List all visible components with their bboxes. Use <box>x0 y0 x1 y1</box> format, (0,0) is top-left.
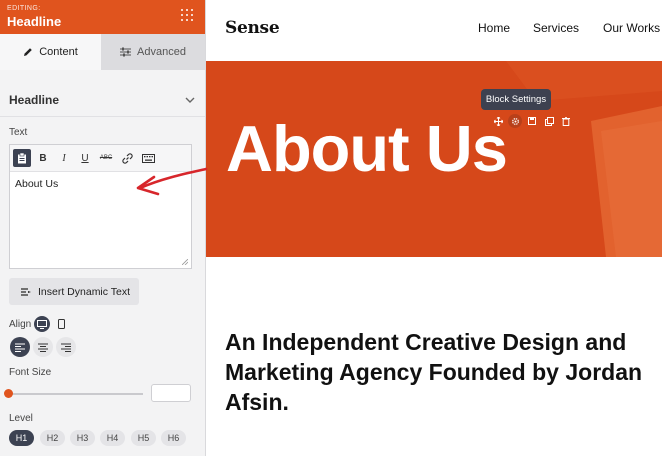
nav-link-home[interactable]: Home <box>478 21 510 35</box>
device-mobile-button[interactable] <box>53 316 69 332</box>
drag-handle-icon[interactable] <box>181 9 195 23</box>
level-h6-button[interactable]: H6 <box>161 430 186 446</box>
editor-text[interactable]: About Us <box>15 178 58 190</box>
pencil-icon <box>24 48 33 56</box>
sidebar-tabs: Content Advanced <box>0 34 205 70</box>
delete-icon <box>562 116 570 126</box>
duplicate-block-button[interactable] <box>542 114 556 128</box>
keyboard-button[interactable] <box>139 149 157 167</box>
sliders-icon <box>120 47 132 57</box>
level-h1-button[interactable]: H1 <box>9 430 34 446</box>
editing-title: Headline <box>7 14 62 29</box>
hero-section: About Us + <box>206 61 662 257</box>
intro-paragraph[interactable]: An Independent Creative Design and Marke… <box>225 327 650 417</box>
insert-dynamic-text-button[interactable]: Insert Dynamic Text <box>9 278 139 305</box>
level-h2-button[interactable]: H2 <box>40 430 65 446</box>
underline-button[interactable]: U <box>76 149 94 167</box>
text-label: Text <box>9 127 28 138</box>
delete-block-button[interactable] <box>559 114 573 128</box>
tab-content[interactable]: Content <box>0 34 101 70</box>
align-center-icon <box>38 343 48 352</box>
device-desktop-button[interactable] <box>34 316 50 332</box>
align-left-button[interactable] <box>10 337 30 357</box>
page-preview: Sense Home Services Our Works About Us +… <box>206 0 662 456</box>
italic-button[interactable]: I <box>55 149 73 167</box>
editor-toolbar: B I U ABC <box>10 145 191 172</box>
block-settings-tooltip: Block Settings <box>481 89 551 110</box>
save-icon <box>528 117 536 125</box>
editing-header: EDITING: Headline <box>0 0 205 34</box>
align-left-icon <box>15 343 25 352</box>
align-right-icon <box>61 343 71 352</box>
site-logo[interactable]: Sense <box>225 18 280 38</box>
move-icon <box>493 116 503 126</box>
block-settings-button[interactable] <box>508 114 522 128</box>
text-editor[interactable]: B I U ABC About Us <box>9 144 192 269</box>
section-title: Headline <box>9 93 60 107</box>
headline-section-header[interactable]: Headline <box>9 92 195 108</box>
save-block-button[interactable] <box>525 114 539 128</box>
link-button[interactable] <box>118 149 136 167</box>
nav-link-our-works[interactable]: Our Works <box>603 21 660 35</box>
align-right-button[interactable] <box>56 337 76 357</box>
settings-icon <box>511 117 519 125</box>
level-label: Level <box>9 413 33 424</box>
editor-sidebar: EDITING: Headline Content Advanced Headl… <box>0 0 206 456</box>
tab-content-label: Content <box>39 46 78 58</box>
level-h5-button[interactable]: H5 <box>131 430 156 446</box>
tab-advanced-label: Advanced <box>137 46 186 58</box>
bold-button[interactable]: B <box>34 149 52 167</box>
desktop-icon <box>37 319 47 329</box>
duplicate-icon <box>544 116 554 126</box>
resize-grip-icon[interactable] <box>182 259 188 265</box>
insert-dynamic-text-label: Insert Dynamic Text <box>38 285 131 298</box>
editing-label: EDITING: <box>7 5 41 12</box>
align-center-button[interactable] <box>33 337 53 357</box>
paste-button[interactable] <box>13 149 31 167</box>
font-size-input[interactable] <box>151 384 191 402</box>
nav-link-services[interactable]: Services <box>533 21 579 35</box>
dynamic-text-icon <box>21 287 31 296</box>
move-block-button[interactable] <box>491 114 505 128</box>
level-h4-button[interactable]: H4 <box>100 430 125 446</box>
paste-icon <box>18 152 26 163</box>
level-h3-button[interactable]: H3 <box>70 430 95 446</box>
chevron-down-icon <box>185 97 195 103</box>
keyboard-icon <box>141 153 155 163</box>
align-label: Align <box>9 319 32 330</box>
font-size-slider-thumb[interactable] <box>4 389 13 398</box>
font-size-slider-track[interactable] <box>9 393 143 395</box>
mobile-icon <box>57 319 65 329</box>
strikethrough-button[interactable]: ABC <box>97 149 115 167</box>
tab-advanced[interactable]: Advanced <box>101 34 205 70</box>
section-divider <box>0 116 205 117</box>
app-window: EDITING: Headline Content Advanced Headl… <box>0 0 662 456</box>
hero-heading[interactable]: About Us <box>226 116 508 181</box>
link-icon <box>121 152 133 164</box>
font-size-label: Font Size <box>9 367 52 378</box>
